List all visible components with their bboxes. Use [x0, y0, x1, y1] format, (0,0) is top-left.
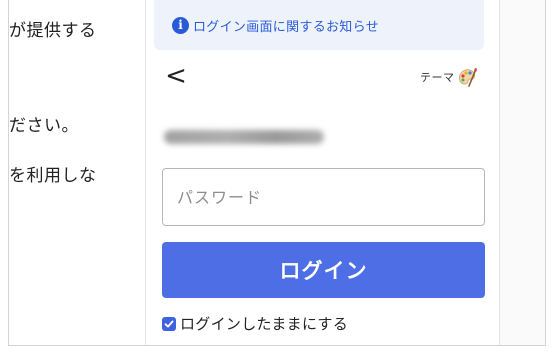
login-notice-banner[interactable]: i ログイン画面に関するお知らせ — [154, 0, 484, 50]
login-screen: i ログイン画面に関するお知らせ < テーマ hiroko1983mail ログ… — [145, 0, 500, 345]
palette-icon — [458, 68, 477, 87]
article-text-line: ださい。 — [9, 116, 79, 136]
keep-logged-in-label: ログインしたままにする — [180, 315, 349, 333]
chevron-left-icon[interactable]: < — [164, 61, 188, 91]
checkbox-checked-icon[interactable] — [162, 316, 176, 331]
keep-logged-in-toggle[interactable]: ログインしたままにする — [162, 313, 348, 334]
theme-button[interactable]: テーマ — [420, 66, 478, 88]
checkmark-icon — [164, 320, 174, 327]
notice-link[interactable]: ログイン画面に関するお知らせ — [193, 16, 379, 35]
screenshot-frame: が提供する ださい。 を利用しな i ログイン画面に関するお知らせ < テーマ … — [8, 0, 546, 346]
article-text-line: が提供する — [9, 21, 97, 41]
info-icon: i — [172, 16, 189, 34]
masked-account-id: hiroko1983mail — [164, 130, 324, 144]
article-text-line: を利用しな — [9, 166, 97, 186]
page-margin — [500, 0, 545, 345]
theme-label: テーマ — [420, 71, 455, 84]
login-button[interactable]: ログイン — [162, 242, 485, 298]
password-input[interactable] — [162, 168, 485, 226]
